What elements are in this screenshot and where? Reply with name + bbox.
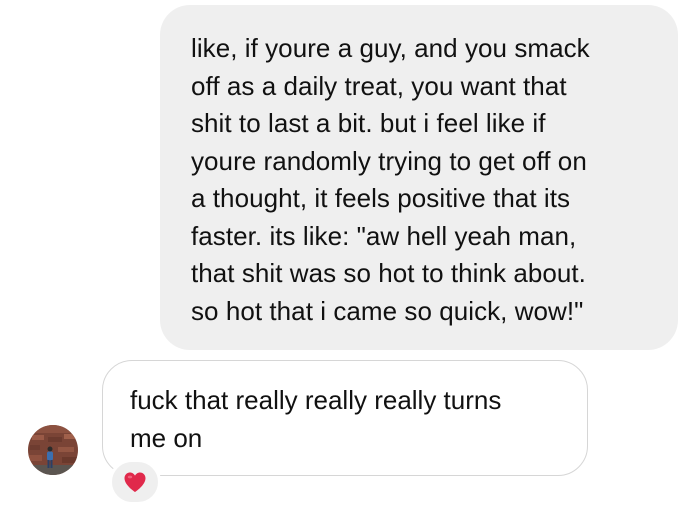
received-message-text: fuck that really really really turns me … xyxy=(130,385,502,453)
reaction-badge[interactable] xyxy=(109,459,161,505)
sent-message-bubble[interactable]: like, if youre a guy, and you smack off … xyxy=(160,5,678,350)
avatar-photo xyxy=(28,425,78,475)
heart-icon xyxy=(124,472,146,492)
received-message-bubble[interactable]: fuck that really really really turns me … xyxy=(102,360,588,476)
sent-message-text: like, if youre a guy, and you smack off … xyxy=(191,33,590,326)
sender-avatar[interactable] xyxy=(28,425,78,475)
